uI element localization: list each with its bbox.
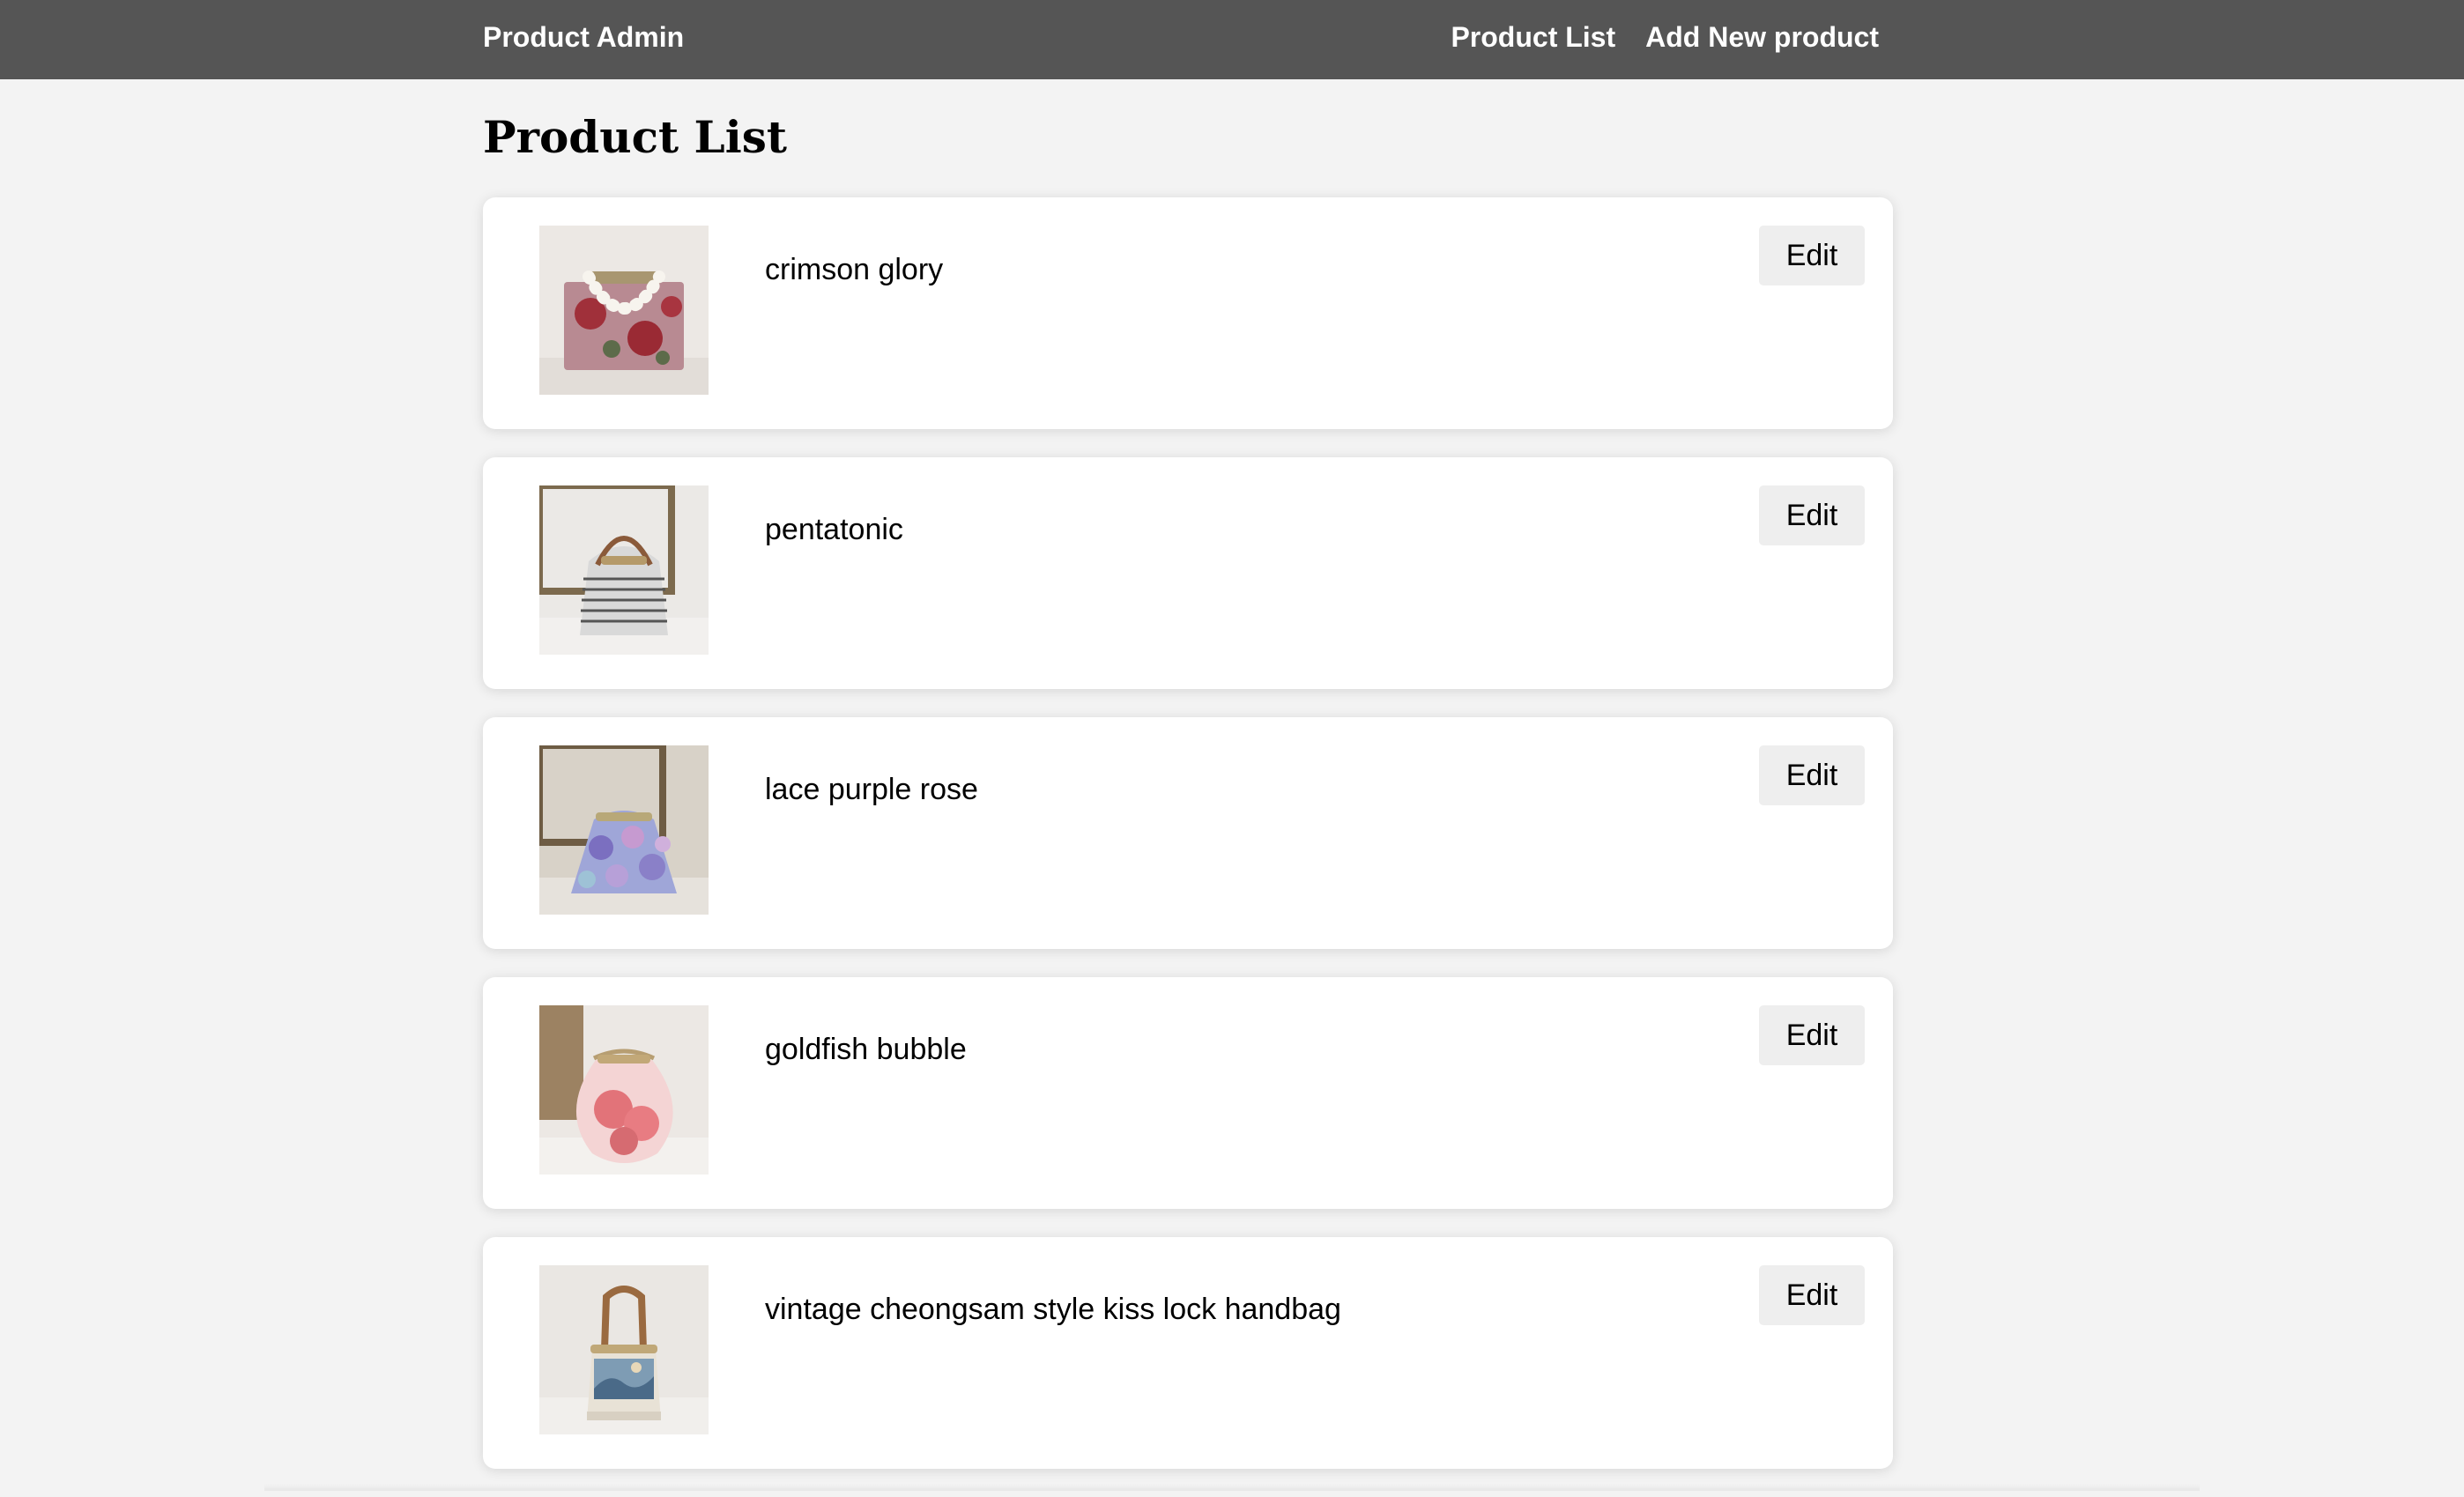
- brand-link[interactable]: Product Admin: [483, 19, 684, 55]
- edit-button[interactable]: Edit: [1759, 226, 1865, 285]
- product-image: [539, 1265, 709, 1434]
- nav-add-new-product[interactable]: Add New product: [1645, 19, 1879, 55]
- product-image: [539, 1005, 709, 1175]
- product-name: vintage cheongsam style kiss lock handba…: [765, 1293, 1341, 1326]
- product-list: crimson glory Edit pentatonic Edit lace …: [483, 197, 1893, 1497]
- product-image: [539, 226, 709, 395]
- product-image: [539, 745, 709, 915]
- bottom-scroll-shadow: [264, 1484, 2200, 1491]
- top-nav-bar: Product Admin Product List Add New produ…: [0, 0, 2464, 79]
- product-card: goldfish bubble Edit: [483, 977, 1893, 1209]
- main-nav: Product List Add New product: [1451, 19, 1879, 55]
- nav-product-list[interactable]: Product List: [1451, 19, 1615, 55]
- product-card: pentatonic Edit: [483, 457, 1893, 689]
- edit-button[interactable]: Edit: [1759, 1265, 1865, 1325]
- product-card: lace purple rose Edit: [483, 717, 1893, 949]
- product-name: pentatonic: [765, 513, 903, 546]
- product-name: lace purple rose: [765, 773, 978, 806]
- product-name: crimson glory: [765, 253, 944, 286]
- product-card: vintage cheongsam style kiss lock handba…: [483, 1237, 1893, 1469]
- product-image: [539, 485, 709, 655]
- product-card: crimson glory Edit: [483, 197, 1893, 429]
- product-name: goldfish bubble: [765, 1033, 967, 1066]
- page-title: Product List: [483, 111, 787, 163]
- edit-button[interactable]: Edit: [1759, 1005, 1865, 1065]
- edit-button[interactable]: Edit: [1759, 485, 1865, 545]
- edit-button[interactable]: Edit: [1759, 745, 1865, 805]
